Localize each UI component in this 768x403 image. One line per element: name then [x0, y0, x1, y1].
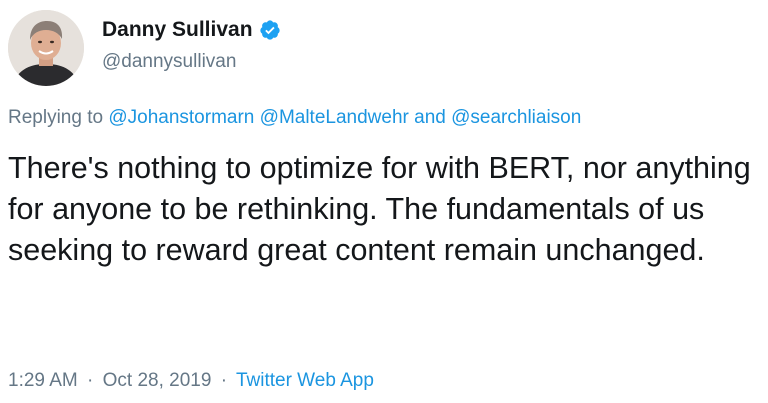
tweet-meta: 1:29 AM · Oct 28, 2019 · Twitter Web App [8, 370, 374, 392]
tweet-time[interactable]: 1:29 AM [8, 370, 78, 391]
author-handle[interactable]: @dannysullivan [102, 51, 236, 73]
verified-badge-icon [259, 20, 280, 40]
replying-to-line: Replying to @Johanstormarn @MalteLandweh… [8, 107, 581, 129]
tweet-date[interactable]: Oct 28, 2019 [103, 370, 212, 391]
author-name-row[interactable]: Danny Sullivan [102, 18, 281, 42]
tweet-source-link[interactable]: Twitter Web App [236, 370, 374, 391]
mention-link[interactable]: @Johanstormarn [108, 107, 254, 128]
tweet-card: Danny Sullivan @dannysullivan Replying t… [0, 0, 768, 403]
mention-link[interactable]: @searchliaison [451, 107, 581, 128]
meta-separator: · [87, 370, 94, 391]
mention-conjunction[interactable]: and [414, 107, 446, 128]
author-display-name[interactable]: Danny Sullivan [102, 18, 253, 42]
replying-to-label: Replying to [8, 107, 104, 128]
avatar[interactable] [8, 10, 84, 86]
tweet-body-text: There's nothing to optimize for with BER… [8, 151, 751, 267]
mention-link[interactable]: @MalteLandwehr [260, 107, 409, 128]
meta-separator: · [220, 370, 228, 391]
avatar-photo-icon [8, 10, 84, 86]
